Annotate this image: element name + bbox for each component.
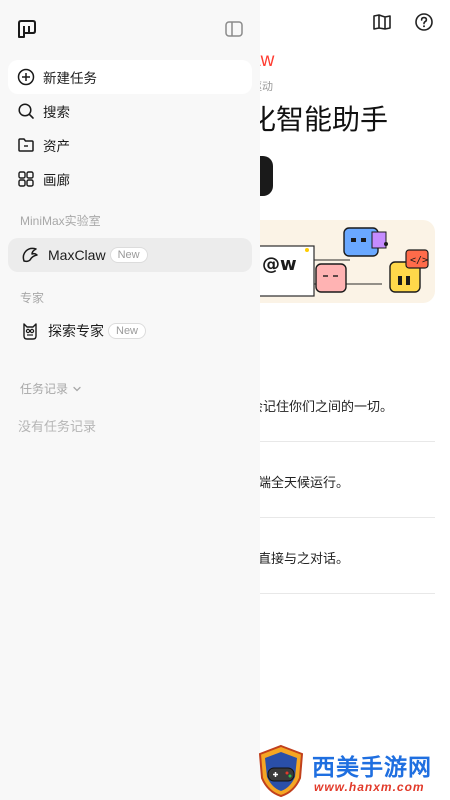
nav-label: 新建任务: [43, 71, 97, 86]
agent-label: MaxClaw: [48, 247, 106, 263]
sidebar-item-explore-experts[interactable]: 探索专家 New: [8, 314, 252, 348]
sidebar-item-maxclaw[interactable]: MaxClaw New: [8, 238, 252, 272]
task-history-label: 任务记录: [20, 382, 69, 396]
plus-circle-icon: [17, 68, 35, 86]
folder-icon: [17, 136, 35, 154]
hero-banner[interactable]: </> @w: [232, 220, 435, 303]
feature-divider: [258, 517, 435, 518]
sidebar-header: [16, 18, 244, 42]
task-history-empty: 没有任务记录: [18, 419, 97, 434]
nav-label: 画廊: [43, 173, 70, 188]
gamepad-shield-logo-icon: [254, 744, 308, 798]
watermark-title: 西美手游网: [312, 755, 432, 781]
feature-divider: [258, 441, 435, 442]
new-badge: New: [108, 323, 147, 339]
feature-line-2: 端全天候运行。: [258, 475, 350, 490]
svg-text:</>: </>: [410, 255, 428, 266]
sidebar: 新建任务 搜索 资产 画廊 MiniMax实验室 MaxClaw New 专家 …: [0, 0, 260, 800]
site-watermark: 西美手游网 www.hanxm.com: [250, 742, 450, 800]
sidebar-toggle-icon[interactable]: [224, 19, 244, 39]
task-history-toggle[interactable]: 任务记录: [20, 380, 82, 397]
book-icon[interactable]: [370, 10, 394, 34]
expert-section-label: 专家: [20, 291, 45, 305]
top-toolbar: [370, 10, 436, 34]
watermark-url: www.hanxm.com: [314, 780, 425, 794]
owl-icon: [20, 321, 40, 341]
grid-icon: [17, 170, 35, 188]
app-logo-icon[interactable]: [16, 18, 38, 40]
claw-icon: [20, 245, 40, 265]
lab-section-label: MiniMax实验室: [20, 214, 101, 228]
feature-line-1: 会记住你们之间的一切。: [250, 399, 394, 414]
nav-label: 资产: [43, 139, 70, 154]
new-task-button[interactable]: 新建任务: [8, 60, 252, 94]
search-icon: [17, 102, 35, 120]
feature-divider: [258, 593, 435, 594]
new-badge: New: [109, 247, 148, 263]
sidebar-item-gallery[interactable]: 画廊: [8, 162, 252, 196]
banner-tag: @w: [262, 254, 297, 275]
nav-label: 搜索: [43, 105, 70, 120]
sidebar-item-assets[interactable]: 资产: [8, 128, 252, 162]
sidebar-item-search[interactable]: 搜索: [8, 94, 252, 128]
sidebar-nav: 新建任务 搜索 资产 画廊: [8, 60, 252, 196]
agent-label: 探索专家: [48, 323, 104, 339]
feature-line-3: 直接与之对话。: [258, 551, 350, 566]
help-icon[interactable]: [412, 10, 436, 34]
app-screen: aw 力驱动 生化智能助手 </> @w 会记住你们: [0, 0, 450, 800]
chevron-down-icon: [72, 384, 82, 394]
